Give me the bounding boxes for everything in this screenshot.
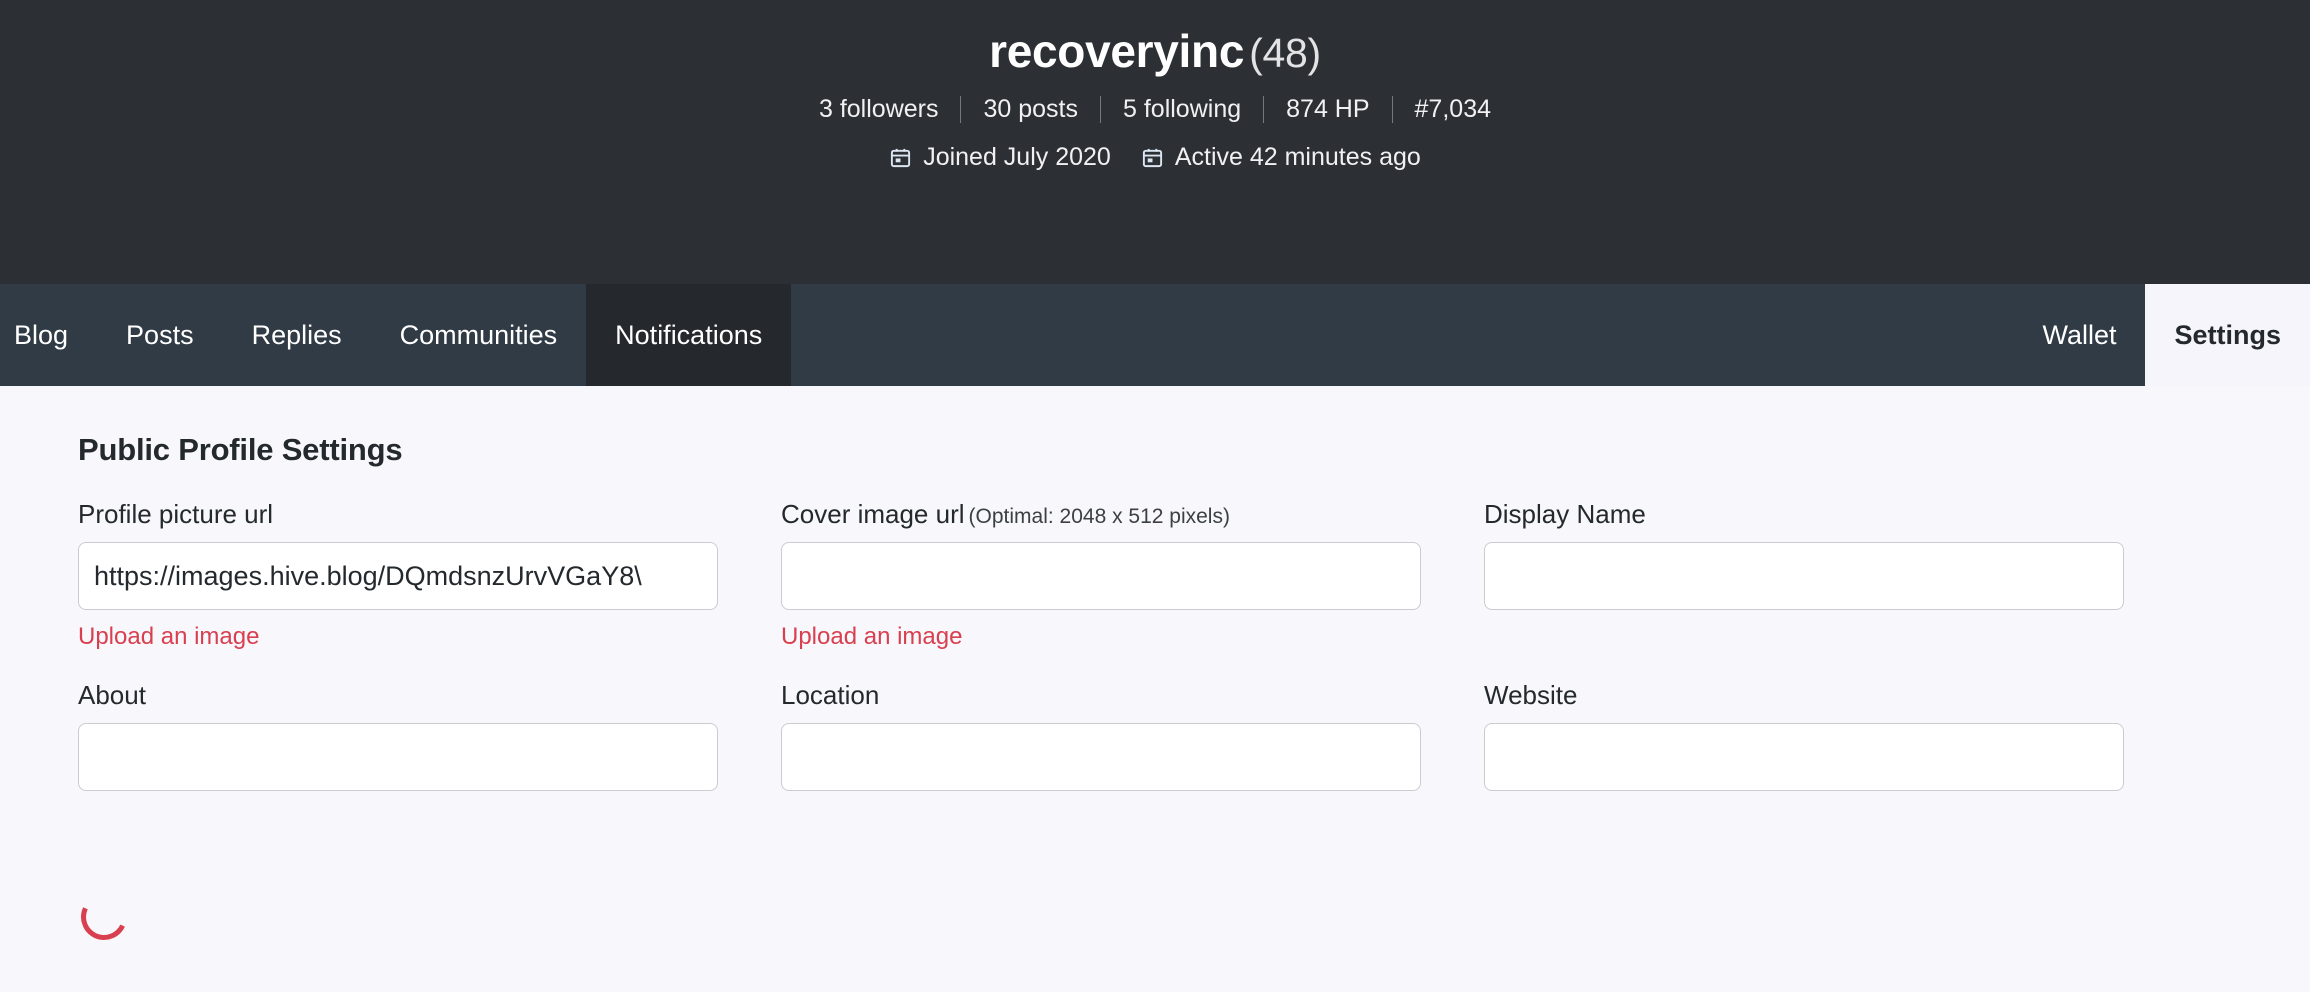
field-label: Cover image url (Optimal: 2048 x 512 pixe… <box>781 499 1421 530</box>
stat-posts[interactable]: 30 posts <box>961 96 1100 122</box>
last-active-label: Active 42 minutes ago <box>1174 142 1421 171</box>
location-input[interactable] <box>781 723 1421 792</box>
profile-username: recoveryinc <box>989 25 1245 77</box>
tab-wallet[interactable]: Wallet <box>2013 284 2145 386</box>
field-label: Location <box>781 680 1421 711</box>
cover-image-url-input[interactable] <box>781 542 1421 611</box>
field-label: About <box>78 680 718 711</box>
spinner-icon <box>74 887 134 947</box>
field-cover-image-url: Cover image url (Optimal: 2048 x 512 pixe… <box>781 499 1421 651</box>
last-active: Active 42 minutes ago <box>1141 142 1421 171</box>
field-about: About <box>78 680 718 792</box>
stat-following[interactable]: 5 following <box>1101 96 1263 122</box>
field-profile-picture-url: Profile picture url Upload an image <box>78 499 718 651</box>
field-display-name: Display Name <box>1484 499 2124 651</box>
section-title: Public Profile Settings <box>78 432 403 467</box>
field-label-text: Cover image url <box>781 499 965 529</box>
field-label-text: Website <box>1484 680 1578 711</box>
nav-left-group: Blog Posts Replies Communities Notificat… <box>0 284 792 386</box>
upload-image-link-profile[interactable]: Upload an image <box>78 623 259 651</box>
stat-hive-power[interactable]: 874 HP <box>1264 96 1391 122</box>
tab-blog-label: Blog <box>14 319 69 350</box>
loading-spinner <box>74 887 134 947</box>
field-label: Profile picture url <box>78 499 718 530</box>
tab-communities[interactable]: Communities <box>371 284 587 386</box>
page-title: recoveryinc (48) <box>0 22 2310 82</box>
field-label: Website <box>1484 680 2124 711</box>
field-label-text: Display Name <box>1484 499 1646 529</box>
tab-wallet-label: Wallet <box>2042 319 2117 350</box>
website-input[interactable] <box>1484 723 2124 792</box>
field-label: Display Name <box>1484 499 2124 530</box>
display-name-input[interactable] <box>1484 542 2124 611</box>
profile-meta: Joined July 2020 Active 42 minutes ago <box>0 142 2310 171</box>
stat-rank[interactable]: #7,034 <box>1393 96 1513 122</box>
profile-reputation: (48) <box>1249 30 1321 76</box>
stat-followers[interactable]: 3 followers <box>797 96 961 122</box>
profile-nav: Blog Posts Replies Communities Notificat… <box>0 284 2310 386</box>
tab-posts-label: Posts <box>126 319 194 350</box>
profile-settings-form: Profile picture url Upload an image Cove… <box>78 499 2124 792</box>
about-input[interactable] <box>78 723 718 792</box>
calendar-icon <box>1141 146 1164 169</box>
calendar-icon <box>889 146 912 169</box>
field-label-hint: (Optimal: 2048 x 512 pixels) <box>968 505 1230 528</box>
field-location: Location <box>781 680 1421 792</box>
tab-replies[interactable]: Replies <box>223 284 371 386</box>
tab-replies-label: Replies <box>251 319 342 350</box>
profile-picture-url-input[interactable] <box>78 542 718 611</box>
tab-blog[interactable]: Blog <box>0 284 97 386</box>
upload-image-link-cover[interactable]: Upload an image <box>781 623 962 651</box>
field-label-text: Profile picture url <box>78 499 274 529</box>
field-label-text: Location <box>781 680 880 711</box>
profile-stats: 3 followers 30 posts 5 following 874 HP … <box>0 95 2310 123</box>
joined-date-label: Joined July 2020 <box>923 142 1111 171</box>
tab-posts[interactable]: Posts <box>97 284 223 386</box>
profile-header: recoveryinc (48) 3 followers 30 posts 5 f… <box>0 0 2310 284</box>
tab-settings[interactable]: Settings <box>2145 284 2310 386</box>
field-website: Website <box>1484 680 2124 792</box>
tab-settings-label: Settings <box>2174 319 2281 350</box>
nav-right-group: Wallet Settings <box>2013 284 2310 386</box>
joined-date: Joined July 2020 <box>889 142 1111 171</box>
tab-communities-label: Communities <box>399 319 558 350</box>
settings-content: Public Profile Settings Profile picture … <box>0 386 2310 992</box>
tab-notifications-label: Notifications <box>615 319 763 350</box>
tab-notifications[interactable]: Notifications <box>586 284 792 386</box>
field-label-text: About <box>78 680 146 711</box>
